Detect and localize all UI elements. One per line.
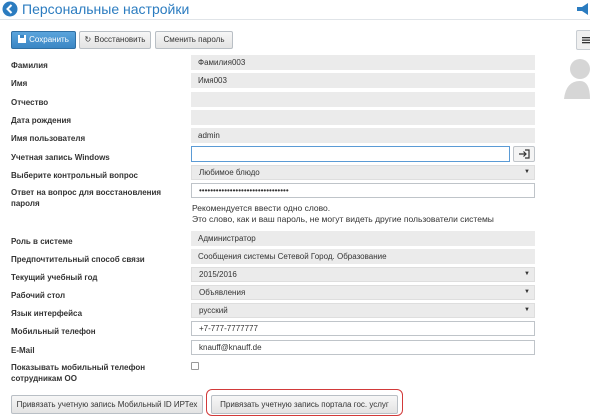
contact-method-label: Предпочтительный способ связи xyxy=(11,255,145,264)
email-label: E-Mail xyxy=(11,346,35,355)
security-answer-hint-1: Рекомендуется ввести одно слово. xyxy=(192,203,331,213)
menu-button[interactable] xyxy=(576,30,590,50)
middle-name-label: Отчество xyxy=(11,98,49,107)
language-value: русский xyxy=(199,306,228,315)
mobile-phone-label: Мобильный телефон xyxy=(11,327,96,336)
restore-button-label: Восстановить xyxy=(94,35,146,44)
middle-name-field xyxy=(191,92,535,107)
restore-button[interactable]: ↻ Восстановить xyxy=(79,31,151,49)
school-year-label: Текущий учебный год xyxy=(11,273,98,282)
desktop-select[interactable]: Объявления ▼ xyxy=(191,285,535,300)
last-name-label: Фамилия xyxy=(11,61,48,70)
username-label: Имя пользователя xyxy=(11,134,86,143)
username-field: admin xyxy=(191,128,535,143)
security-answer-label-2: пароля xyxy=(11,199,40,208)
show-phone-checkbox[interactable] xyxy=(191,362,199,370)
save-icon xyxy=(18,32,27,48)
bind-mobile-id-button[interactable]: Привязать учетную запись Мобильный ID ИР… xyxy=(11,395,203,414)
school-year-select[interactable]: 2015/2016 ▼ xyxy=(191,267,535,282)
first-name-field: Имя003 xyxy=(191,73,535,88)
role-label: Роль в системе xyxy=(11,237,73,246)
security-answer-hint-2: Это слово, как и ваш пароль, не могут ви… xyxy=(192,214,494,224)
mobile-phone-input[interactable]: +7-777-7777777 xyxy=(191,321,535,336)
email-input[interactable]: knauff@knauff.de xyxy=(191,340,535,355)
desktop-label: Рабочий стол xyxy=(11,291,66,300)
avatar-icon xyxy=(564,59,590,99)
megaphone-icon[interactable] xyxy=(576,2,590,16)
role-field: Администратор xyxy=(191,231,535,246)
caret-down-icon: ▼ xyxy=(524,169,530,175)
security-answer-input[interactable]: •••••••••••••••••••••••••••••••• xyxy=(191,183,535,198)
security-question-label: Выберите контрольный вопрос xyxy=(11,171,138,180)
birth-date-label: Дата рождения xyxy=(11,116,72,125)
windows-account-input[interactable] xyxy=(191,146,510,162)
windows-login-button[interactable] xyxy=(513,146,535,162)
save-button[interactable]: Сохранить xyxy=(11,31,76,49)
page-title: Персональные настройки xyxy=(22,1,190,17)
security-question-value: Любимое блюдо xyxy=(199,168,260,177)
first-name-label: Имя xyxy=(11,79,28,88)
desktop-value: Объявления xyxy=(199,288,246,297)
caret-down-icon: ▼ xyxy=(524,307,530,313)
show-phone-label-2: сотрудникам ОО xyxy=(11,374,77,383)
windows-account-label: Учетная запись Windows xyxy=(11,153,110,162)
show-phone-label: Показывать мобильный телефон xyxy=(11,363,146,372)
highlight-annotation xyxy=(206,389,403,416)
security-question-select[interactable]: Любимое блюдо ▼ xyxy=(191,165,535,180)
menu-icon xyxy=(582,37,590,44)
school-year-value: 2015/2016 xyxy=(199,270,237,279)
language-select[interactable]: русский ▼ xyxy=(191,303,535,318)
security-answer-label: Ответ на вопрос для восстановления xyxy=(11,188,162,197)
contact-method-field: Сообщения системы Сетевой Город. Образов… xyxy=(191,249,535,264)
page-header: Персональные настройки xyxy=(0,0,590,20)
back-icon[interactable] xyxy=(2,1,18,17)
caret-down-icon: ▼ xyxy=(524,289,530,295)
save-button-label: Сохранить xyxy=(29,35,69,44)
refresh-icon: ↻ xyxy=(84,35,92,44)
language-label: Язык интерфейса xyxy=(11,309,83,318)
change-password-button[interactable]: Сменить пароль xyxy=(155,31,233,49)
caret-down-icon: ▼ xyxy=(524,271,530,277)
login-icon xyxy=(519,149,530,159)
change-password-label: Сменить пароль xyxy=(163,35,225,44)
last-name-field: Фамилия003 xyxy=(191,55,535,70)
birth-date-field xyxy=(191,110,535,125)
